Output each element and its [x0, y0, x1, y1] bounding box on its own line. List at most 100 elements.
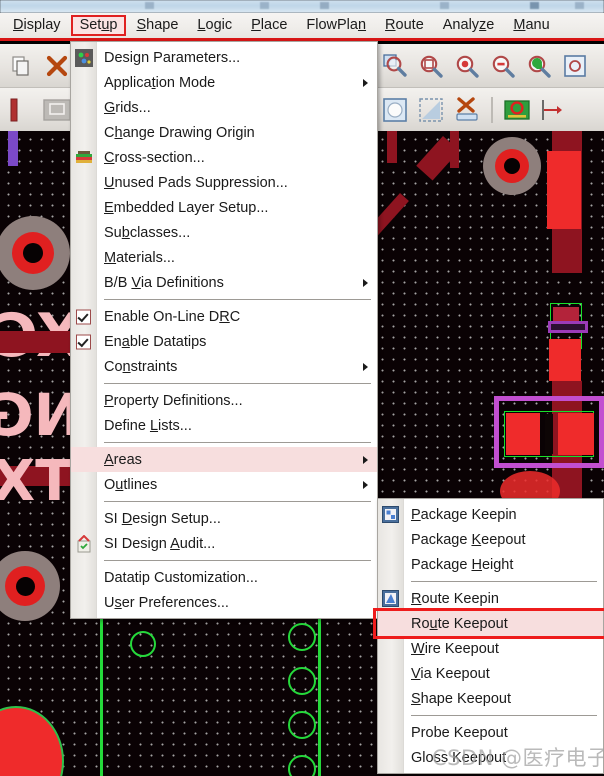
- pcb-pad-outline: [130, 631, 156, 657]
- setup-menu-item-outlines[interactable]: Outlines: [71, 472, 377, 497]
- menubar-item-label: Setup: [79, 17, 118, 33]
- setup-menu-separator: [104, 299, 371, 300]
- areas-submenu-item-label: Shape Keepout: [411, 690, 511, 707]
- pcb-trace: [0, 331, 80, 353]
- setup-menu-item-si-design-audit[interactable]: SI Design Audit...: [71, 531, 377, 556]
- setup-menu-separator: [104, 501, 371, 502]
- menubar-item-label: Display: [13, 17, 61, 33]
- menubar-item-place[interactable]: Place: [242, 15, 296, 36]
- setup-menu-item-b-b-via-definitions[interactable]: B/B Via Definitions: [71, 270, 377, 295]
- areas-submenu-separator: [411, 715, 597, 716]
- areas-submenu-item-label: Probe Keepout: [411, 724, 508, 741]
- menubar-item-logic[interactable]: Logic: [188, 15, 241, 36]
- areas-submenu-item-package-keepout[interactable]: Package Keepout: [378, 527, 603, 552]
- setup-menu-item-label: Property Definitions...: [104, 392, 243, 409]
- pcb-pad-outline: [288, 755, 316, 776]
- setup-menu-item-label: Areas: [104, 451, 142, 468]
- setup-menu-item-label: Constraints: [104, 358, 178, 375]
- route-keepin-icon: [382, 589, 400, 608]
- setup-menu-item-label: Define Lists...: [104, 417, 192, 434]
- setup-menu-item-enable-on-line-drc[interactable]: Enable On-Line DRC: [71, 304, 377, 329]
- board-icon[interactable]: [500, 93, 534, 127]
- setup-menu-item-materials[interactable]: Materials...: [71, 245, 377, 270]
- checkbox-checked-icon[interactable]: [76, 309, 91, 324]
- shape-delete-icon[interactable]: [450, 93, 484, 127]
- setup-menu-item-label: SI Design Setup...: [104, 510, 221, 527]
- zoom-world-icon[interactable]: [414, 49, 448, 83]
- setup-menu-item-label: SI Design Audit...: [104, 535, 216, 552]
- setup-menu-item-label: Change Drawing Origin: [104, 124, 255, 141]
- menubar-item-route[interactable]: Route: [376, 15, 433, 36]
- setup-menu-item-design-parameters[interactable]: Design Parameters...: [71, 45, 377, 70]
- areas-submenu-separator: [411, 581, 597, 582]
- setup-menu-item-label: Datatip Customization...: [104, 569, 258, 586]
- menubar-item-display[interactable]: Display: [4, 15, 70, 36]
- zoom-in-icon[interactable]: [450, 49, 484, 83]
- zoom-selection-icon[interactable]: [558, 49, 592, 83]
- setup-menu-item-subclasses[interactable]: Subclasses...: [71, 220, 377, 245]
- dimension-icon[interactable]: [536, 93, 570, 127]
- setup-menu-item-datatip-customization[interactable]: Datatip Customization...: [71, 565, 377, 590]
- setup-menu-item-user-preferences[interactable]: User Preferences...: [71, 590, 377, 615]
- setup-menu-item-property-definitions[interactable]: Property Definitions...: [71, 388, 377, 413]
- setup-menu-item-label: Cross-section...: [104, 149, 205, 166]
- menubar-item-flowplan[interactable]: FlowPlan: [297, 15, 375, 36]
- zoom-previous-icon[interactable]: [522, 49, 556, 83]
- setup-dropdown-menu[interactable]: Design Parameters... Application Mode Grid…: [70, 41, 378, 619]
- setup-menu-item-constraints[interactable]: Constraints: [71, 354, 377, 379]
- setup-menu-item-label: Unused Pads Suppression...: [104, 174, 288, 191]
- areas-submenu-item-route-keepin[interactable]: Route Keepin: [378, 586, 603, 611]
- setup-menu-item-unused-pads-suppression[interactable]: Unused Pads Suppression...: [71, 170, 377, 195]
- menubar-item-label: FlowPlan: [306, 17, 367, 33]
- setup-menu-item-areas[interactable]: Areas: [71, 447, 377, 472]
- shape-circle-icon[interactable]: [378, 93, 412, 127]
- cross-section-icon: [75, 149, 93, 167]
- application-window: Display Setup Shape Logic Place FlowPlan Route…: [0, 0, 604, 776]
- color-swatch-icon[interactable]: [4, 93, 38, 127]
- display-blank-icon[interactable]: [40, 93, 74, 127]
- pcb-via: [483, 137, 541, 195]
- menubar-item-manu[interactable]: Manu: [504, 15, 558, 36]
- setup-menu-item-define-lists[interactable]: Define Lists...: [71, 413, 377, 438]
- setup-menu-item-label: Enable Datatips: [104, 333, 207, 350]
- shape-polygon-icon[interactable]: [414, 93, 448, 127]
- setup-menu-item-embedded-layer-setup[interactable]: Embedded Layer Setup...: [71, 195, 377, 220]
- areas-submenu-item-label: Package Height: [411, 556, 514, 573]
- zoom-out-icon[interactable]: [486, 49, 520, 83]
- areas-submenu-item-via-keepout[interactable]: Via Keepout: [378, 661, 603, 686]
- areas-submenu-item-route-keepout[interactable]: Route Keepout: [378, 611, 603, 636]
- menubar-item-label: Manu: [513, 17, 550, 33]
- checkbox-checked-icon[interactable]: [76, 334, 91, 349]
- setup-menu-item-cross-section[interactable]: Cross-section...: [71, 145, 377, 170]
- setup-menu-separator: [104, 560, 371, 561]
- title-bar: [0, 0, 604, 13]
- watermark: CSDN @医疗电子: [432, 746, 604, 770]
- setup-menu-item-enable-datatips[interactable]: Enable Datatips: [71, 329, 377, 354]
- menubar-item-shape[interactable]: Shape: [127, 15, 187, 36]
- setup-menu-item-label: Outlines: [104, 476, 158, 493]
- setup-menu-item-label: Design Parameters...: [104, 49, 241, 66]
- setup-menu-item-grids[interactable]: Grids...: [71, 95, 377, 120]
- delete-x-icon[interactable]: [40, 49, 74, 83]
- areas-submenu-item-package-height[interactable]: Package Height: [378, 552, 603, 577]
- menubar-item-setup[interactable]: Setup: [70, 15, 127, 36]
- areas-submenu-item-package-keepin[interactable]: Package Keepin: [378, 502, 603, 527]
- pcb-via: [0, 551, 60, 621]
- pcb-pad: [0, 706, 64, 776]
- copy-icon[interactable]: [4, 49, 38, 83]
- pcb-pad: [506, 413, 540, 455]
- areas-submenu-item-label: Wire Keepout: [411, 640, 499, 657]
- setup-menu-item-label: B/B Via Definitions: [104, 274, 224, 291]
- pcb-component-outline: [548, 321, 588, 333]
- submenu-arrow-icon: [363, 78, 368, 87]
- setup-menu-item-application-mode[interactable]: Application Mode: [71, 70, 377, 95]
- areas-submenu-item-shape-keepout[interactable]: Shape Keepout: [378, 686, 603, 711]
- package-keepin-icon: [382, 505, 400, 524]
- setup-menu-item-label: Subclasses...: [104, 224, 191, 241]
- zoom-fit-icon[interactable]: [378, 49, 412, 83]
- areas-submenu[interactable]: Package Keepin Package Keepout Package Hei…: [377, 498, 604, 774]
- areas-submenu-item-wire-keepout[interactable]: Wire Keepout: [378, 636, 603, 661]
- menubar-item-analyze[interactable]: Analyze: [434, 15, 504, 36]
- setup-menu-item-si-design-setup[interactable]: SI Design Setup...: [71, 506, 377, 531]
- setup-menu-item-change-drawing-origin[interactable]: Change Drawing Origin: [71, 120, 377, 145]
